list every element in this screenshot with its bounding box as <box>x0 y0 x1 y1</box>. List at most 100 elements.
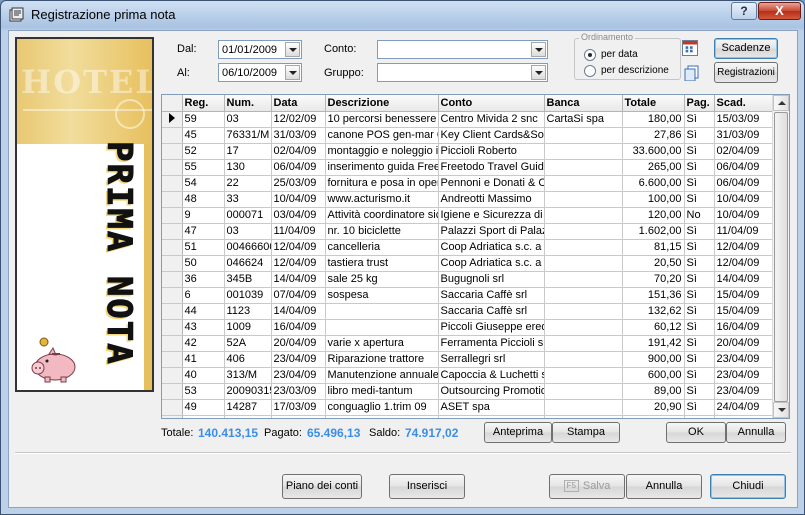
row-indicator[interactable] <box>162 175 183 192</box>
radio-per-data[interactable] <box>584 49 596 61</box>
table-cell: 046624 <box>224 255 272 272</box>
radio-per-data-label[interactable]: per data <box>601 49 638 60</box>
table-cell: 600,00 <box>622 367 685 384</box>
row-indicator[interactable] <box>162 223 183 240</box>
title-bar[interactable]: Registrazione prima nota ? X <box>1 1 804 28</box>
gruppo-select[interactable] <box>377 63 548 82</box>
row-indicator[interactable] <box>162 303 183 320</box>
chevron-down-icon[interactable] <box>285 65 300 80</box>
table-cell: Coop Adriatica s.c. a r.l. <box>438 239 545 256</box>
column-header[interactable]: Data <box>271 95 326 112</box>
column-header[interactable]: Conto <box>438 95 545 112</box>
column-header[interactable]: Descrizione <box>325 95 439 112</box>
table-row[interactable]: 59 03 12/02/09 10 percorsi benessere Centro … <box>162 111 773 128</box>
ok-button[interactable]: OK <box>666 422 726 443</box>
anteprima-button[interactable]: Anteprima <box>484 422 552 443</box>
row-indicator[interactable] <box>162 191 183 208</box>
row-indicator[interactable] <box>162 159 183 176</box>
table-cell: 14287 <box>224 399 272 416</box>
chevron-down-icon[interactable] <box>531 65 546 80</box>
annulla-button[interactable]: Annulla <box>626 474 702 499</box>
table-row[interactable]: 51 00466600 12/04/09 cancelleria Coop Adriat… <box>162 239 773 256</box>
table-row[interactable]: 36 345B 14/04/09 sale 25 kg Bugugnoli srl 70,… <box>162 271 773 288</box>
table-row[interactable]: 45 76331/M 31/03/09 canone POS gen-mar 09 Ke… <box>162 127 773 144</box>
close-button[interactable]: X <box>758 2 801 20</box>
table-row[interactable]: 42 52A 20/04/09 varie x apertura Ferramenta … <box>162 335 773 352</box>
row-indicator[interactable] <box>162 415 183 418</box>
table-row[interactable]: 6 001039 07/04/09 sospesa Saccaria Caffè srl… <box>162 287 773 304</box>
inserisci-button[interactable]: Inserisci <box>389 474 465 499</box>
annulla-grid-button[interactable]: Annulla <box>726 422 786 443</box>
table-row[interactable]: 47 03 11/04/09 nr. 10 biciclette Palazzi Spo… <box>162 223 773 240</box>
scroll-down-icon[interactable] <box>773 402 789 418</box>
table-cell: 44 <box>182 303 225 320</box>
row-indicator[interactable] <box>162 143 183 160</box>
registrazioni-button[interactable]: Registrazioni <box>714 62 778 83</box>
table-row[interactable]: 521702/04/09montaggio e noleggio impiant… <box>162 143 773 160</box>
row-indicator[interactable] <box>162 367 183 384</box>
row-indicator[interactable] <box>162 207 183 224</box>
table-row[interactable]: 49 14287 17/03/09 conguaglio 1.trim 09 ASET … <box>162 399 773 416</box>
scroll-up-icon[interactable] <box>773 95 789 111</box>
radio-per-descrizione-label[interactable]: per descrizione <box>601 65 669 76</box>
help-button[interactable]: ? <box>731 2 757 20</box>
registrations-table[interactable]: Reg. Num. Data Descrizione Conto Banca T… <box>161 94 790 419</box>
table-cell <box>544 143 623 160</box>
table-row[interactable]: 44 1123 14/04/09 Saccaria Caffè srl 132,62 Sì… <box>162 303 773 320</box>
vertical-scrollbar[interactable] <box>772 95 789 418</box>
table-cell: Sì <box>684 175 715 192</box>
al-date-field[interactable]: 06/10/2009 <box>218 63 302 82</box>
table-cell <box>544 287 623 304</box>
row-indicator[interactable] <box>162 127 183 144</box>
table-cell: 29/04/09 <box>714 415 773 418</box>
calendar-icon[interactable] <box>682 40 698 56</box>
column-header[interactable]: Totale <box>622 95 685 112</box>
row-indicator[interactable] <box>162 271 183 288</box>
current-row-indicator-icon[interactable] <box>162 111 183 128</box>
row-indicator[interactable] <box>162 255 183 272</box>
table-row[interactable]: 53 20090315 23/03/09 libro medi-tantum Outso… <box>162 383 773 400</box>
table-row[interactable]: 41 406 23/04/09 Riparazione trattore Serrall… <box>162 351 773 368</box>
column-header[interactable]: Banca <box>544 95 623 112</box>
table-row[interactable]: 43 1009 16/04/09 Piccoli Giuseppe eredi 60,1… <box>162 319 773 336</box>
table-cell: 6.600,00 <box>622 175 685 192</box>
row-indicator[interactable] <box>162 383 183 400</box>
row-indicator[interactable] <box>162 399 183 416</box>
scrollbar-thumb[interactable] <box>774 112 788 402</box>
column-header[interactable]: Pag. <box>684 95 715 112</box>
piano-dei-conti-button[interactable]: Piano dei conti <box>282 474 362 499</box>
table-row[interactable]: 50 046624 12/04/09 tastiera trust Coop Adria… <box>162 255 773 272</box>
row-indicator[interactable] <box>162 351 183 368</box>
row-indicator[interactable] <box>162 239 183 256</box>
table-cell: 151,36 <box>622 287 685 304</box>
table-row[interactable]: 5513006/04/09inserimento guida FreetodoF… <box>162 159 773 176</box>
radio-per-descrizione[interactable] <box>584 65 596 77</box>
table-cell: 000071 <box>224 207 272 224</box>
chevron-down-icon[interactable] <box>285 42 300 57</box>
table-cell: 16/04/09 <box>271 319 326 336</box>
scadenze-button[interactable]: Scadenze <box>714 38 778 59</box>
table-cell: 81,15 <box>622 239 685 256</box>
row-indicator[interactable] <box>162 319 183 336</box>
table-row[interactable]: 54 22 25/03/09 fornitura e posa in opera Pen… <box>162 175 773 192</box>
table-row[interactable]: 48 33 10/04/09 www.acturismo.it Andreotti Ma… <box>162 191 773 208</box>
conto-select[interactable] <box>377 40 548 59</box>
salva-button: F5 Salva <box>549 474 625 499</box>
chevron-down-icon[interactable] <box>531 42 546 57</box>
chiudi-button[interactable]: Chiudi <box>710 474 786 499</box>
table-cell: Sì <box>684 239 715 256</box>
stampa-button[interactable]: Stampa <box>552 422 620 443</box>
column-header[interactable]: Scad. <box>714 95 773 112</box>
dal-date-field[interactable]: 01/01/2009 <box>218 40 302 59</box>
row-indicator[interactable] <box>162 287 183 304</box>
row-indicator[interactable] <box>162 335 183 352</box>
table-row[interactable]: 900007103/04/09Attività coordinatore sic… <box>162 207 773 224</box>
table-row[interactable]: 13976/0929/04/09PRI Calibrazioni Dual220… <box>162 415 773 418</box>
column-header[interactable]: Num. <box>224 95 272 112</box>
table-cell <box>544 383 623 400</box>
table-cell: 15/04/09 <box>714 303 773 320</box>
column-header[interactable]: Reg. <box>182 95 225 112</box>
table-row[interactable]: 40 313/M 23/04/09 Manutenzione annuale Capoc… <box>162 367 773 384</box>
pages-icon[interactable] <box>684 65 700 81</box>
totale-value: 140.413,15 <box>198 426 259 440</box>
